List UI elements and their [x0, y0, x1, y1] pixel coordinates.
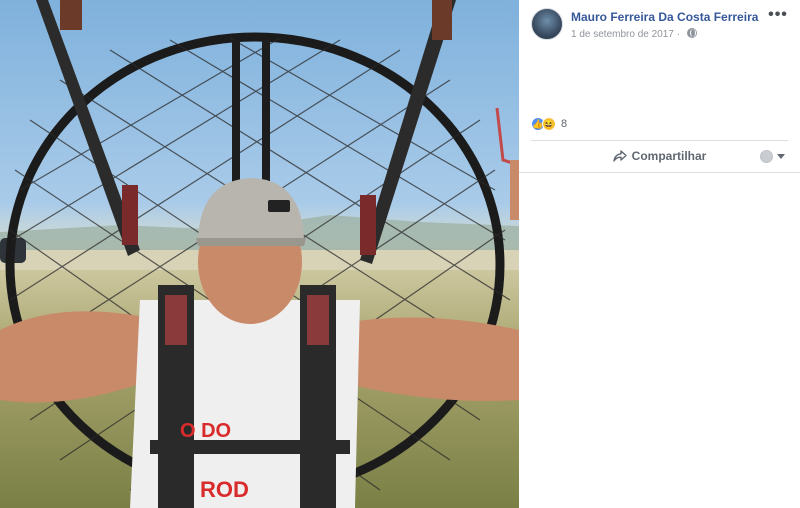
share-button[interactable]: Compartilhar [531, 141, 788, 171]
share-label: Compartilhar [631, 149, 707, 163]
left-arm [0, 311, 150, 403]
haha-icon: 😆 [542, 117, 556, 131]
paramotor-photo-illustration: O DO ROD [0, 0, 519, 508]
share-icon [612, 150, 627, 162]
author-name-link[interactable]: Mauro Ferreira Da Costa Ferreira [571, 10, 758, 24]
chevron-down-icon [777, 154, 785, 159]
globe-icon[interactable] [687, 28, 698, 38]
shirt-print-bottom: ROD [200, 477, 249, 502]
author-avatar[interactable] [531, 8, 563, 40]
divider [519, 172, 800, 173]
post-date[interactable]: 1 de setembro de 2017 [571, 29, 674, 40]
meta-separator: · [676, 29, 681, 40]
cap-logo [268, 200, 290, 212]
post-meta: 1 de setembro de 2017 · [571, 28, 698, 40]
shirt-print-top: O DO [180, 420, 231, 442]
more-options-button[interactable]: ••• [768, 7, 788, 26]
audience-selector[interactable] [760, 149, 788, 163]
reaction-count: 8 [561, 118, 568, 130]
profile-thumb-icon [760, 150, 773, 163]
post-photo[interactable]: O DO ROD [0, 0, 519, 508]
post-actions: Compartilhar [531, 141, 788, 171]
post-header: Mauro Ferreira Da Costa Ferreira 1 de se… [531, 7, 790, 48]
right-arm [350, 317, 519, 401]
post-details-panel: Mauro Ferreira Da Costa Ferreira 1 de se… [519, 0, 800, 508]
